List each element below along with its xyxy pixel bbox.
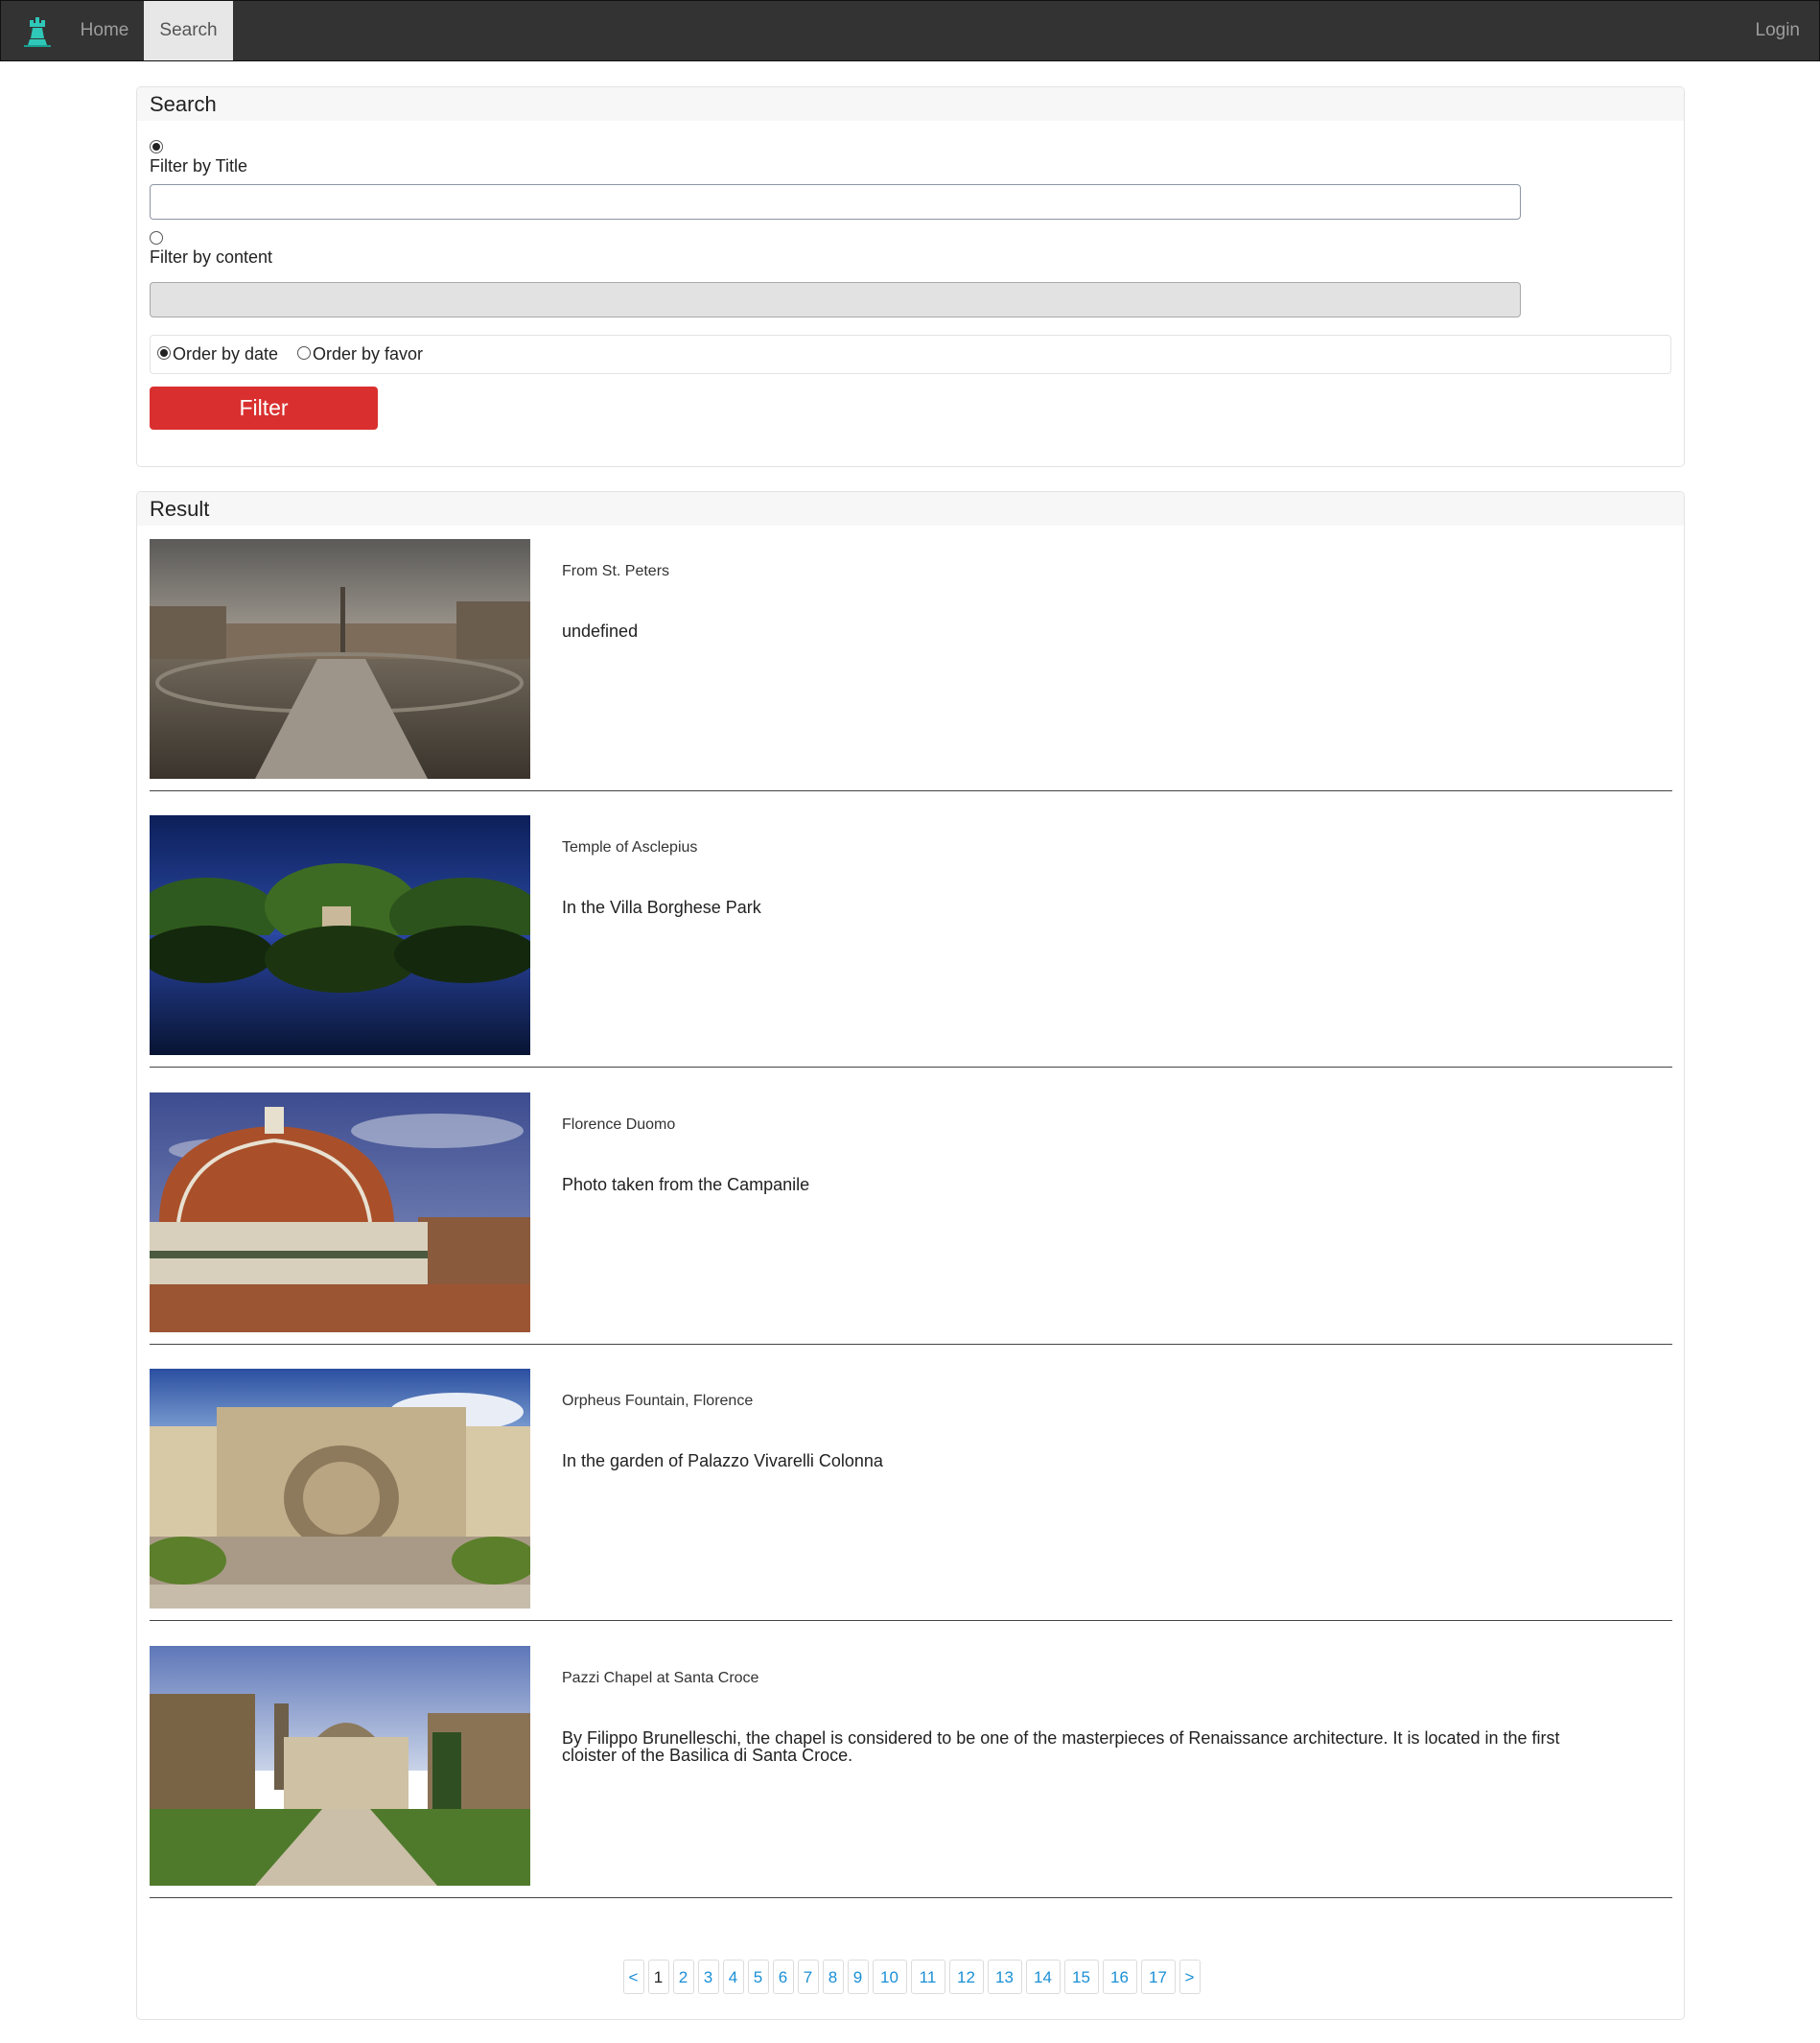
result-title[interactable]: From St. Peters <box>562 563 669 580</box>
result-title[interactable]: Temple of Asclepius <box>562 839 697 857</box>
result-divider <box>150 790 1672 791</box>
filter-title-input[interactable] <box>150 184 1521 220</box>
filter-button[interactable]: Filter <box>150 387 378 430</box>
page-link-4[interactable]: 4 <box>722 1960 744 1994</box>
result-title[interactable]: Orpheus Fountain, Florence <box>562 1393 753 1410</box>
result-description: In the Villa Borghese Park <box>562 898 761 917</box>
page-link-1[interactable]: 1 <box>647 1960 669 1994</box>
result-item: Orpheus Fountain, Florence In the garden… <box>150 1369 1672 1621</box>
filter-by-title-radio[interactable] <box>150 140 163 153</box>
result-title[interactable]: Pazzi Chapel at Santa Croce <box>562 1670 758 1687</box>
page-link-9[interactable]: 9 <box>847 1960 869 1994</box>
nav-login-link[interactable]: Login <box>1742 1 1801 60</box>
page-link-2[interactable]: 2 <box>672 1960 694 1994</box>
filter-by-content-label: Filter by content <box>150 247 273 267</box>
result-divider <box>150 1067 1672 1068</box>
result-photo[interactable] <box>150 815 530 1055</box>
page-link-17[interactable]: 17 <box>1140 1960 1176 1994</box>
result-photo[interactable] <box>150 1092 530 1332</box>
order-by-date-radio[interactable] <box>157 346 171 360</box>
page-link-15[interactable]: 15 <box>1063 1960 1099 1994</box>
top-navbar: Home Search Login <box>0 0 1820 61</box>
result-item: Temple of Asclepius In the Villa Borghes… <box>150 815 1672 1068</box>
result-divider <box>150 1620 1672 1621</box>
nav-home-link[interactable]: Home <box>66 1 143 60</box>
result-description: By Filippo Brunelleschi, the chapel is c… <box>562 1728 1560 1765</box>
page-link-13[interactable]: 13 <box>987 1960 1022 1994</box>
result-photo[interactable] <box>150 1646 530 1886</box>
result-divider <box>150 1344 1672 1345</box>
result-photo[interactable] <box>150 1369 530 1609</box>
page-link-14[interactable]: 14 <box>1025 1960 1061 1994</box>
page-link-8[interactable]: 8 <box>822 1960 844 1994</box>
pagination: < 1 2 3 4 5 6 7 8 9 10 11 12 13 14 15 16… <box>137 1960 1686 1994</box>
rook-logo-icon[interactable] <box>20 12 55 49</box>
page-link-7[interactable]: 7 <box>797 1960 819 1994</box>
result-title[interactable]: Florence Duomo <box>562 1116 675 1134</box>
result-divider <box>150 1897 1672 1898</box>
result-panel-heading: Result <box>137 492 1684 526</box>
result-description: Photo taken from the Campanile <box>562 1175 810 1194</box>
order-by-date-label: Order by date <box>173 344 279 364</box>
search-panel-heading: Search <box>137 87 1684 121</box>
result-photo[interactable] <box>150 539 530 779</box>
order-options: Order by date Order by favor <box>150 335 1671 374</box>
result-item: Florence Duomo Photo taken from the Camp… <box>150 1092 1672 1345</box>
result-item: Pazzi Chapel at Santa Croce By Filippo B… <box>150 1646 1672 1898</box>
search-panel: Search Filter by Title Filter by content… <box>136 86 1685 467</box>
page-link-11[interactable]: 11 <box>910 1960 945 1994</box>
nav-search-link[interactable]: Search <box>144 1 233 60</box>
result-item: From St. Peters undefined <box>150 539 1672 791</box>
page-link-16[interactable]: 16 <box>1102 1960 1137 1994</box>
page-link-12[interactable]: 12 <box>948 1960 984 1994</box>
result-description: In the garden of Palazzo Vivarelli Colon… <box>562 1451 883 1470</box>
order-by-favor-radio[interactable] <box>297 346 311 360</box>
page-link-3[interactable]: 3 <box>697 1960 719 1994</box>
page-link-5[interactable]: 5 <box>747 1960 769 1994</box>
result-panel: Result From St. Peters undefined Temple … <box>136 491 1685 2020</box>
result-description: undefined <box>562 622 639 641</box>
order-by-favor-label: Order by favor <box>313 344 424 364</box>
page-link-10[interactable]: 10 <box>872 1960 907 1994</box>
pagination-next[interactable]: > <box>1178 1960 1201 1994</box>
pagination-prev[interactable]: < <box>622 1960 644 1994</box>
page-link-6[interactable]: 6 <box>772 1960 794 1994</box>
filter-by-title-label: Filter by Title <box>150 156 248 176</box>
filter-by-content-radio[interactable] <box>150 231 163 245</box>
filter-content-input[interactable] <box>150 282 1521 317</box>
